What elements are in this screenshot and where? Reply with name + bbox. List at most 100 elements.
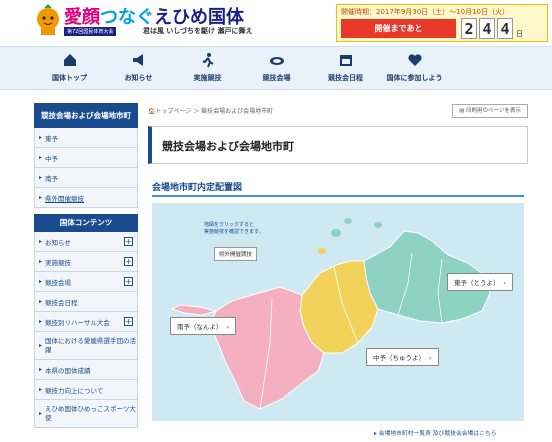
logo-part-1: 愛顔 [64,7,100,28]
sidebar: 競技会場および会場地市町 ▸ 東予 ▸ 中予 ▸ 南予 ▸ 県外開催競技 国体コンテンツ… [34,103,138,428]
map-island [331,229,341,237]
region-button-label: 南予（なんよ） [177,323,223,331]
nav-label: 国体トップ [52,74,87,82]
nav-label: 競技会場 [262,74,291,82]
chevron-right-icon: ▸ [39,342,43,349]
section-divider [152,195,524,197]
outside-venue-label: 県外開催競技 [219,252,253,258]
global-nav: 国体トップ お知らせ 実施競技 競技会場 競技会日程 国体に参加しよう [0,46,552,90]
sidebar-item-label: 南予 [45,174,59,183]
expand-plus-icon[interactable]: + [124,277,133,286]
countdown-digit: 2 [461,18,477,39]
chevron-right-icon: ▸ [39,386,43,393]
sidebar-item-improvement[interactable]: ▸ 競技力向上について [34,380,138,400]
sidebar-item-team-results[interactable]: ▸ 国体における愛媛県選手団の活躍 [34,332,138,360]
print-button[interactable]: ▤ 印刷用のページを表示 [452,104,528,118]
sidebar-item-toyo[interactable]: ▸ 東予 [34,128,138,148]
chevron-right-icon: ▸ [39,366,43,373]
chevron-right-icon: ▸ [39,194,43,201]
chevron-right-icon: ▸ [39,298,43,305]
sidebar-item-rehearsal[interactable]: ▸ 競技別リハーサル大会 + [34,312,138,332]
nav-item-participate[interactable]: 国体に参加しよう [380,47,449,89]
section-title: 会場地市町内定配置図 [152,183,243,193]
breadcrumb-text[interactable]: トップページ ＞ 競技会場および会場地市町 [155,108,273,115]
expand-plus-icon[interactable]: + [124,237,133,246]
countdown-label: 開催まであと [341,19,456,38]
map-peninsula [170,304,218,316]
sidebar-item-label: 中予 [45,154,59,163]
site-header: 愛顔つなぐえひめ国体 第72回国民体育大会 君は風 いしづちを駆け 瀬戸に舞え … [0,0,552,46]
sidebar-item-label: 国体における愛媛県選手団の活躍 [45,336,137,354]
map-hint-line: 実施競技を確認できます。 [204,229,264,235]
map-island [344,218,352,224]
logo-part-3: えひめ国体 [154,7,244,28]
countdown-digit: 4 [497,18,513,39]
nav-item-venues[interactable]: 競技会場 [242,47,311,89]
region-button-label: 中予（ちゅうよ） [373,354,425,362]
printer-icon: ▤ [459,108,467,114]
megaphone-icon [132,54,143,66]
event-period: 開催時期：2017年9月30日（土）～10月10日（火） [341,8,509,16]
sidebar-item-prefecture-results[interactable]: ▸ 本県の国体成績 [34,360,138,380]
region-button-chuyo[interactable]: 中予（ちゅうよ） › [366,348,439,366]
sidebar-item-label: 競技別リハーサル大会 [45,318,110,327]
sidebar-item-label: 本県の国体成績 [45,366,91,375]
countdown-unit: 日 [516,30,523,38]
heart-icon [407,54,422,66]
page: 愛顔つなぐえひめ国体 第72回国民体育大会 君は風 いしづちを駆け 瀬戸に舞え … [0,0,552,442]
map-island [374,222,382,228]
print-button-label: 印刷用のページを表示 [466,108,521,114]
sidebar-item-label: お知らせ [45,238,71,247]
chevron-right-icon: ▸ [39,238,43,245]
sidebar-item-label: 競技会場 [45,278,72,287]
venue-list-link[interactable]: ▸ 会場地市町村一覧表 及び競技会会場はこちら [374,428,497,437]
venue-map[interactable]: 地図をクリックすると 実施競技を確認できます。 県外開催競技 東予（とうよ） › … [152,203,524,421]
countdown-digit: 4 [479,18,495,39]
countdown-panel: 開催時期：2017年9月30日（土）～10月10日（火） 開催まであと 2 4 … [336,4,548,42]
countdown-digits: 2 4 4 日 [461,18,523,39]
nav-item-news[interactable]: お知らせ [104,47,173,89]
stadium-icon [269,57,284,65]
chevron-right-icon: ▸ [39,278,43,285]
region-button-toyo[interactable]: 東予（とうよ） › [447,273,514,291]
chevron-right-icon: › [226,323,230,331]
sidebar-section-heading: 国体コンテンツ [34,214,138,232]
sidebar-item-news[interactable]: ▸ お知らせ + [34,232,138,252]
nav-item-top[interactable]: 国体トップ [35,47,104,89]
map-island [318,248,326,254]
sidebar-item-label: 東予 [45,134,59,143]
chevron-right-icon: ▸ [39,318,43,325]
chevron-right-icon: ▸ [39,134,43,141]
sidebar-item-chuyo[interactable]: ▸ 中予 [34,148,138,168]
region-button-nanyo[interactable]: 南予（なんよ） › [170,317,237,335]
chevron-right-icon: ▸ [39,410,43,417]
slogan: 君は風 いしづちを駆け 瀬戸に舞え [143,27,253,35]
chevron-right-icon: › [429,354,432,362]
venue-list-link-label: 会場地市町村一覧表 及び競技会会場はこちら [378,431,497,437]
sidebar-item-outside[interactable]: ▸ 県外開催競技 [34,188,138,208]
map-hint-line: 地図をクリックすると [204,222,255,228]
nav-item-events[interactable]: 実施競技 [173,47,242,89]
chevron-right-icon: ▸ [39,258,43,265]
expand-plus-icon[interactable]: + [124,257,133,266]
nav-label: お知らせ [124,74,153,82]
sidebar-item-events[interactable]: ▸ 実施競技 + [34,252,138,272]
sidebar-item-nanyo[interactable]: ▸ 南予 [34,168,138,188]
sidebar-item-ambassador[interactable]: ▸ えひめ国体ひめっこスポーツ大使 [34,400,138,428]
nav-label: 国体に参加しよう [386,74,443,82]
page-title: 競技会場および会場地市町 [162,140,294,153]
sidebar-item-schedule[interactable]: ▸ 競技会日程 [34,292,138,312]
breadcrumb: 🏠トップページ ＞ 競技会場および会場地市町 [148,106,273,115]
runner-icon [202,53,214,68]
sidebar-item-label: 実施競技 [45,258,72,267]
expand-plus-icon[interactable]: + [124,317,133,326]
nav-label: 実施競技 [193,74,222,82]
nav-item-schedule[interactable]: 競技会日程 [311,47,380,89]
sidebar-item-venues[interactable]: ▸ 競技会場 + [34,272,138,292]
chevron-right-icon: ▸ [39,174,43,181]
mikyan-mascot-icon [37,4,59,35]
outside-venue-tag[interactable]: 県外開催競技 [214,247,258,261]
page-title-box: 競技会場および会場地市町 [148,126,528,164]
chevron-right-icon: › [503,279,507,287]
sidebar-item-label: えひめ国体ひめっこスポーツ大使 [45,404,136,422]
